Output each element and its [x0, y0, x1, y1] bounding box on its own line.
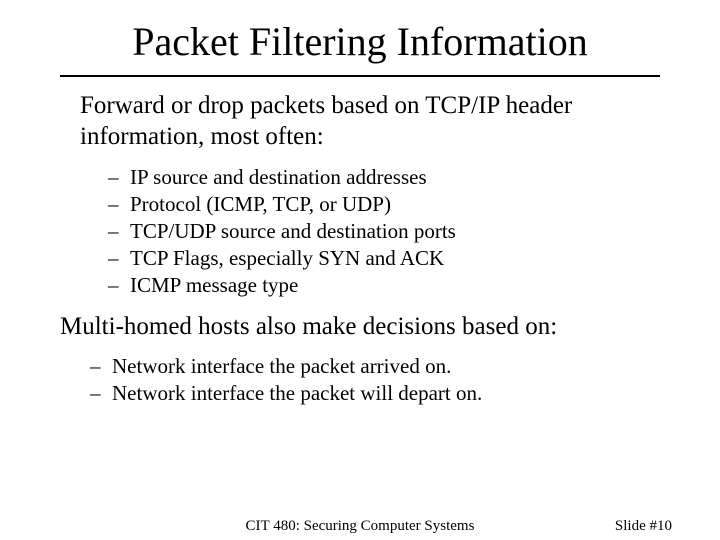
dash-icon: – [108, 164, 130, 191]
lead-paragraph-2: Multi-homed hosts also make decisions ba… [60, 312, 660, 343]
bullet-list-2: – Network interface the packet arrived o… [90, 353, 660, 407]
list-item-text: Network interface the packet will depart… [112, 380, 482, 407]
slide-title: Packet Filtering Information [60, 18, 660, 65]
list-item: – ICMP message type [108, 272, 660, 299]
list-item-text: Network interface the packet arrived on. [112, 353, 451, 380]
list-item-text: TCP/UDP source and destination ports [130, 218, 456, 245]
list-item: – TCP/UDP source and destination ports [108, 218, 660, 245]
dash-icon: – [90, 353, 112, 380]
list-item: – TCP Flags, especially SYN and ACK [108, 245, 660, 272]
list-item: – Network interface the packet arrived o… [90, 353, 660, 380]
dash-icon: – [108, 245, 130, 272]
footer-course: CIT 480: Securing Computer Systems [0, 518, 720, 535]
slide: Packet Filtering Information Forward or … [0, 0, 720, 540]
dash-icon: – [108, 191, 130, 218]
dash-icon: – [108, 272, 130, 299]
list-item-text: TCP Flags, especially SYN and ACK [130, 245, 444, 272]
lead-paragraph-1: Forward or drop packets based on TCP/IP … [80, 91, 660, 152]
list-item: – IP source and destination addresses [108, 164, 660, 191]
list-item-text: Protocol (ICMP, TCP, or UDP) [130, 191, 391, 218]
dash-icon: – [90, 380, 112, 407]
list-item: – Protocol (ICMP, TCP, or UDP) [108, 191, 660, 218]
dash-icon: – [108, 218, 130, 245]
title-divider [60, 75, 660, 77]
list-item-text: ICMP message type [130, 272, 298, 299]
bullet-list-1: – IP source and destination addresses – … [108, 164, 660, 298]
footer-slide-number: Slide #10 [615, 518, 672, 535]
list-item: – Network interface the packet will depa… [90, 380, 660, 407]
list-item-text: IP source and destination addresses [130, 164, 427, 191]
